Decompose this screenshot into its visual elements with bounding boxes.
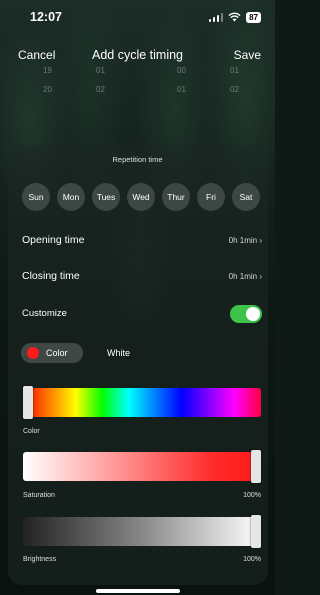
picker-cell: 00 [177, 66, 186, 75]
selected-color-swatch [27, 347, 39, 359]
day-sat[interactable]: Sat [232, 183, 260, 211]
color-mode-label: Color [46, 348, 68, 358]
picker-cell: 01 [96, 66, 105, 75]
color-slider-label: Color [23, 428, 40, 435]
saturation-slider[interactable] [23, 450, 261, 483]
signal-icon [208, 12, 224, 22]
repetition-label: Repetition time [112, 155, 163, 164]
closing-time-label: Closing time [22, 270, 80, 282]
toggle-knob [246, 307, 260, 321]
home-indicator [96, 589, 180, 593]
chevron-right-icon: › [259, 272, 262, 281]
closing-time-value: 0h 1min › [228, 272, 262, 281]
day-selector: Sun Mon Tues Wed Thur Fri Sat [22, 183, 260, 211]
color-mode-button[interactable]: Color [21, 343, 83, 363]
day-tues[interactable]: Tues [92, 183, 120, 211]
saturation-value: 100% [243, 492, 261, 499]
day-wed[interactable]: Wed [127, 183, 155, 211]
picker-cell: 19 [43, 66, 52, 75]
brightness-value: 100% [243, 556, 261, 563]
opening-time-row[interactable]: Opening time 0h 1min › [22, 234, 262, 250]
status-time: 12:07 [30, 10, 62, 24]
brightness-label: Brightness [23, 556, 57, 563]
opening-time-value: 0h 1min › [228, 236, 262, 245]
day-sun[interactable]: Sun [22, 183, 50, 211]
customize-label: Customize [22, 308, 67, 319]
day-fri[interactable]: Fri [197, 183, 225, 211]
day-mon[interactable]: Mon [57, 183, 85, 211]
customize-toggle[interactable] [230, 305, 262, 323]
white-mode-button[interactable]: White [107, 348, 130, 358]
day-thur[interactable]: Thur [162, 183, 190, 211]
picker-cell: 01 [177, 85, 186, 94]
opening-time-label: Opening time [22, 234, 85, 246]
color-slider-thumb[interactable] [23, 386, 33, 419]
wifi-icon [228, 12, 241, 22]
brightness-slider-thumb[interactable] [251, 515, 261, 548]
brightness-slider[interactable] [23, 515, 261, 548]
picker-cell: 01 [230, 66, 239, 75]
closing-time-row[interactable]: Closing time 0h 1min › [22, 270, 262, 286]
chevron-right-icon: › [259, 236, 262, 245]
picker-cell: 20 [43, 85, 52, 94]
picker-cell: 02 [230, 85, 239, 94]
saturation-slider-thumb[interactable] [251, 450, 261, 483]
picker-cell: 02 [96, 85, 105, 94]
status-bar: 12:07 87 [0, 0, 275, 34]
customize-row: Customize [22, 305, 262, 324]
saturation-label: Saturation [23, 492, 55, 499]
save-button[interactable]: Save [234, 48, 261, 62]
battery-icon: 87 [246, 11, 261, 23]
color-slider[interactable] [23, 386, 261, 419]
nav-bar: Cancel Add cycle timing Save [0, 44, 275, 66]
